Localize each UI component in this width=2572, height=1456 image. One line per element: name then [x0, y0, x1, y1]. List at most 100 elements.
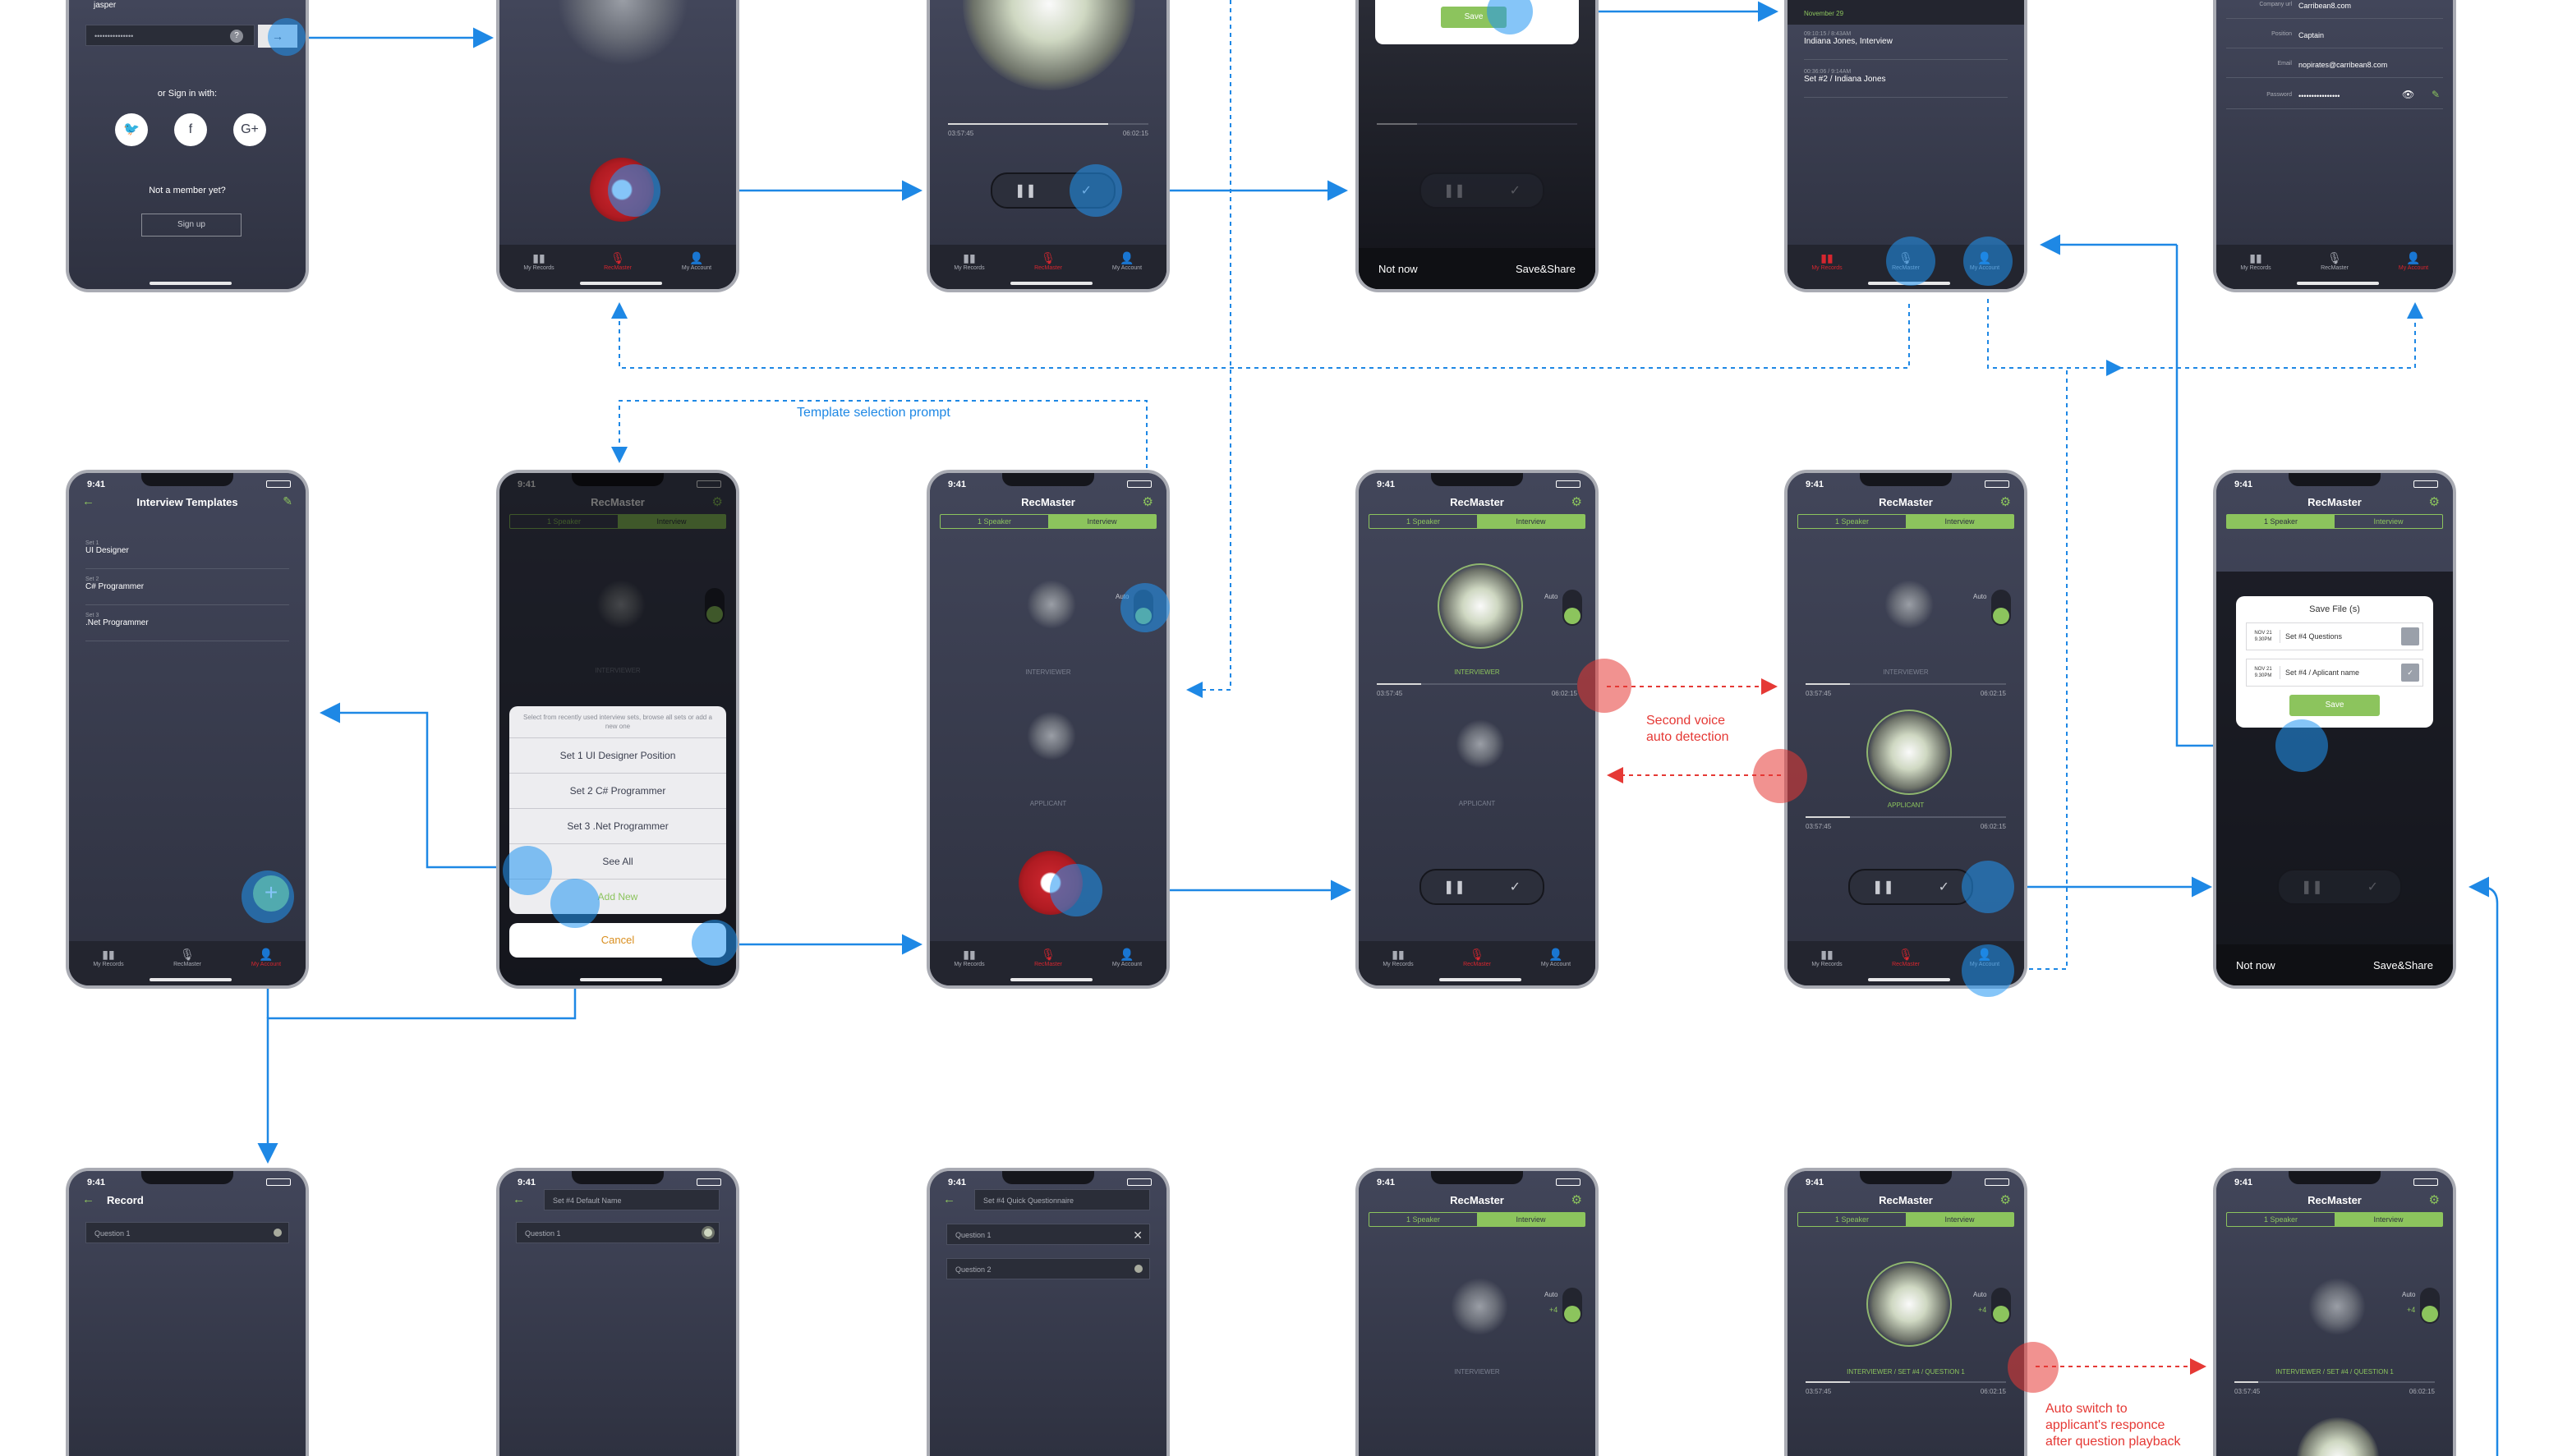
- gear-icon[interactable]: ⚙: [2000, 494, 2011, 509]
- back-arrow-icon[interactable]: ←: [513, 1192, 525, 1206]
- question-field[interactable]: Question 1: [85, 1222, 289, 1243]
- seg-interview[interactable]: Interview: [1906, 1213, 2013, 1226]
- gear-icon[interactable]: ⚙: [1143, 494, 1153, 509]
- tab-my-account[interactable]: 👤My Account: [1516, 941, 1595, 985]
- sheet-note: Select from recently used interview sets…: [523, 714, 712, 730]
- auto-toggle[interactable]: Auto +4: [2402, 1288, 2440, 1324]
- save-files-dialog: Save File (s) NOV 21 9.30PM Set #4 Questi…: [2236, 596, 2433, 728]
- mode-switch: 1 SpeakerInterview: [1797, 1212, 2014, 1227]
- seg-1-speaker[interactable]: 1 Speaker: [2227, 515, 2335, 528]
- seg-1-speaker[interactable]: 1 Speaker: [1369, 515, 1477, 528]
- gear-icon[interactable]: ⚙: [2429, 494, 2440, 509]
- question-field[interactable]: Question 1 ✕: [946, 1224, 1150, 1245]
- progress-bar[interactable]: [948, 123, 1148, 125]
- seg-interview[interactable]: Interview: [1477, 515, 1585, 528]
- tab-my-account[interactable]: 👤My Account: [1088, 941, 1166, 985]
- not-now-button[interactable]: Not now: [2236, 959, 2275, 971]
- template-item[interactable]: Set 1 UI Designer: [85, 540, 289, 569]
- tab-my-records[interactable]: ▮▮ My Records: [1788, 245, 1866, 289]
- gear-icon[interactable]: ⚙: [1571, 1192, 1582, 1207]
- tab-my-records[interactable]: ▮▮ My Records: [1788, 941, 1866, 985]
- username-field[interactable]: jasper: [85, 0, 289, 16]
- template-item[interactable]: Set 2 C# Programmer: [85, 576, 289, 605]
- seg-interview[interactable]: Interview: [1906, 515, 2013, 528]
- status-bar: 9:41: [1359, 1171, 1595, 1189]
- tab-my-records[interactable]: ▮▮ My Records: [69, 941, 148, 985]
- tab-my-account[interactable]: 👤My Account: [657, 245, 736, 289]
- sheet-item[interactable]: Set 1 UI Designer Position: [509, 737, 726, 773]
- file-row[interactable]: NOV 21 9.30PM Set #4 / Aplicant name ✓: [2246, 659, 2423, 687]
- sheet-item[interactable]: Set 3 .Net Programmer: [509, 808, 726, 843]
- set-name-field[interactable]: Set #4 Default Name: [544, 1189, 720, 1210]
- seg-interview[interactable]: Interview: [2335, 515, 2442, 528]
- home-indicator: [580, 978, 662, 981]
- seg-1-speaker[interactable]: 1 Speaker: [1369, 1213, 1477, 1226]
- auto-toggle[interactable]: Auto: [1544, 590, 1582, 626]
- sheet-item[interactable]: Set 2 C# Programmer: [509, 773, 726, 808]
- flow-arrows: [257, 0, 2499, 1456]
- pencil-icon[interactable]: ✎: [2432, 89, 2440, 100]
- file-row[interactable]: NOV 21 9.30PM Set #4 Questions: [2246, 622, 2423, 650]
- gear-icon[interactable]: ⚙: [2000, 1192, 2011, 1207]
- tab-my-account[interactable]: 👤My Account: [1088, 245, 1166, 289]
- tab-my-records[interactable]: ▮▮ My Records: [2216, 245, 2295, 289]
- question-field[interactable]: Question 1: [516, 1222, 720, 1243]
- eye-icon[interactable]: 👁: [2402, 89, 2414, 100]
- auto-toggle[interactable]: Auto +4: [1973, 1288, 2011, 1324]
- progress-bar[interactable]: [1377, 683, 1577, 685]
- seg-1-speaker[interactable]: 1 Speaker: [1798, 1213, 1906, 1226]
- help-icon[interactable]: ?: [230, 30, 243, 43]
- checkbox-checked[interactable]: ✓: [2401, 664, 2419, 682]
- record-item[interactable]: 09:10:15 / 8:43AM Indiana Jones, Intervie…: [1804, 31, 2008, 60]
- gear-icon[interactable]: ⚙: [1571, 494, 1582, 509]
- gear-icon[interactable]: ⚙: [2429, 1192, 2440, 1207]
- auto-toggle[interactable]: Auto +4: [1544, 1288, 1582, 1324]
- interviewer-orb: [1439, 565, 1521, 647]
- back-arrow-icon[interactable]: ←: [943, 1192, 955, 1206]
- question-playback-screen: 9:41 RecMaster ⚙ 1 Speaker Interview INTE…: [1784, 1168, 2027, 1456]
- google-plus-icon[interactable]: G+: [233, 113, 266, 146]
- pause-icon[interactable]: ❚❚: [1015, 182, 1037, 199]
- save-actions: Not now Save&Share: [1359, 248, 1595, 289]
- seg-1-speaker[interactable]: 1 Speaker: [1798, 515, 1906, 528]
- tab-my-account[interactable]: 👤My Account: [2374, 245, 2453, 289]
- tab-my-records[interactable]: ▮▮ My Records: [930, 245, 1009, 289]
- applicant-progress[interactable]: [1806, 816, 2006, 818]
- save-share-button[interactable]: Save&Share: [1516, 263, 1576, 275]
- tab-my-records[interactable]: ▮▮ My Records: [499, 245, 578, 289]
- home-indicator: [150, 282, 232, 285]
- pause-icon[interactable]: ❚❚: [1872, 879, 1894, 895]
- back-arrow-icon[interactable]: ←: [82, 1192, 94, 1206]
- twitter-icon[interactable]: 🐦: [115, 113, 148, 146]
- save-button[interactable]: Save: [2289, 695, 2380, 716]
- seg-interview[interactable]: Interview: [1048, 515, 1156, 528]
- progress-bar[interactable]: [1806, 1381, 2006, 1383]
- facebook-icon[interactable]: f: [174, 113, 207, 146]
- pause-icon[interactable]: ❚❚: [1443, 879, 1465, 895]
- not-now-button[interactable]: Not now: [1378, 263, 1418, 275]
- seg-1-speaker[interactable]: 1 Speaker: [941, 515, 1048, 528]
- tab-my-account[interactable]: 👤My Account: [227, 941, 306, 985]
- save-share-button[interactable]: Save&Share: [2373, 959, 2433, 971]
- pencil-icon[interactable]: ✎: [283, 494, 292, 508]
- sign-up-button[interactable]: Sign up: [141, 214, 242, 237]
- mode-switch: 1 SpeakerInterview: [1369, 1212, 1585, 1227]
- tab-my-records[interactable]: ▮▮ My Records: [930, 941, 1009, 985]
- interviewer-progress[interactable]: [1806, 683, 2006, 685]
- seg-interview[interactable]: Interview: [2335, 1213, 2442, 1226]
- close-icon[interactable]: ✕: [1133, 1224, 1143, 1246]
- question-field[interactable]: Question 2: [946, 1258, 1150, 1279]
- check-icon[interactable]: ✓: [1939, 879, 1949, 895]
- seg-interview[interactable]: Interview: [1477, 1213, 1585, 1226]
- progress-bar[interactable]: [2234, 1381, 2435, 1383]
- check-icon[interactable]: ✓: [1510, 879, 1521, 895]
- set-name-field[interactable]: Set #4 Quick Questionnaire: [974, 1189, 1150, 1210]
- quick-questionnaire-screen: 9:41 ← Set #4 Quick Questionnaire Questi…: [927, 1168, 1170, 1456]
- records-date-header: November 29: [1804, 10, 1844, 17]
- checkbox[interactable]: [2401, 627, 2419, 645]
- template-item[interactable]: Set 3 .Net Programmer: [85, 613, 289, 641]
- auto-toggle[interactable]: Auto: [1973, 590, 2011, 626]
- record-item[interactable]: 00:36:06 / 9:14AM Set #2 / Indiana Jones: [1804, 69, 2008, 98]
- tab-my-records[interactable]: ▮▮ My Records: [1359, 941, 1438, 985]
- seg-1-speaker[interactable]: 1 Speaker: [2227, 1213, 2335, 1226]
